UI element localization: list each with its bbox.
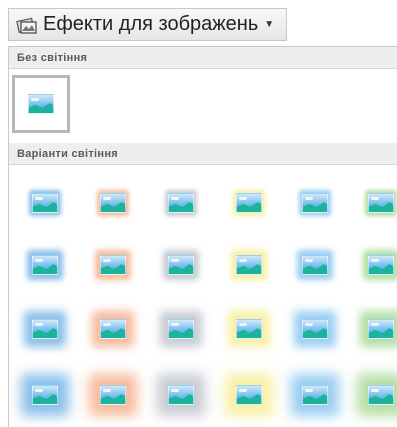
glow-option-large-3[interactable] xyxy=(159,307,203,351)
picture-thumbnail-icon xyxy=(302,319,328,339)
picture-thumbnail-icon xyxy=(100,385,126,405)
glow-option-large-5[interactable] xyxy=(293,307,337,351)
glow-option-small-1[interactable] xyxy=(23,181,67,225)
picture-thumbnail-icon xyxy=(168,255,194,275)
picture-thumbnail-icon xyxy=(368,255,394,275)
glow-option-medium-4[interactable] xyxy=(227,243,271,287)
glow-option-extra-large-6[interactable] xyxy=(359,373,397,417)
section-header-no-glow: Без світіння xyxy=(9,47,397,69)
picture-thumbnail-icon xyxy=(28,94,54,114)
glow-option-extra-large-3[interactable] xyxy=(159,373,203,417)
glow-option-small-5[interactable] xyxy=(293,181,337,225)
picture-thumbnail-icon xyxy=(368,319,394,339)
picture-thumbnail-icon xyxy=(236,193,262,213)
picture-thumbnail-icon xyxy=(100,193,126,213)
picture-thumbnail-icon xyxy=(168,385,194,405)
picture-thumbnail-icon xyxy=(236,385,262,405)
picture-thumbnail-icon xyxy=(168,193,194,213)
picture-thumbnail-icon xyxy=(32,319,58,339)
glow-option-small-6[interactable] xyxy=(359,181,397,225)
glow-option-extra-large-2[interactable] xyxy=(91,373,135,417)
glow-option-large-1[interactable] xyxy=(23,307,67,351)
glow-option-medium-5[interactable] xyxy=(293,243,337,287)
glow-option-medium-1[interactable] xyxy=(23,243,67,287)
picture-thumbnail-icon xyxy=(32,193,58,213)
glow-option-small-3[interactable] xyxy=(159,181,203,225)
picture-thumbnail-icon xyxy=(368,385,394,405)
picture-thumbnail-icon xyxy=(32,385,58,405)
picture-thumbnail-icon xyxy=(302,385,328,405)
picture-thumbnail-icon xyxy=(100,255,126,275)
glow-option-extra-large-4[interactable] xyxy=(227,373,271,417)
chevron-down-icon: ▼ xyxy=(264,19,275,30)
glow-option-large-4[interactable] xyxy=(227,307,271,351)
picture-effects-icon xyxy=(16,17,37,34)
glow-option-none[interactable] xyxy=(12,75,70,133)
glow-option-large-6[interactable] xyxy=(359,307,397,351)
dropdown-label: Ефекти для зображень xyxy=(43,13,259,35)
picture-thumbnail-icon xyxy=(32,255,58,275)
picture-thumbnail-icon xyxy=(168,319,194,339)
picture-thumbnail-icon xyxy=(368,193,394,213)
section-header-glow-variants: Варіанти світіння xyxy=(9,143,397,165)
glow-option-medium-3[interactable] xyxy=(159,243,203,287)
glow-option-medium-6[interactable] xyxy=(359,243,397,287)
picture-thumbnail-icon xyxy=(236,255,262,275)
picture-thumbnail-icon xyxy=(100,319,126,339)
glow-option-small-2[interactable] xyxy=(91,181,135,225)
glow-option-large-2[interactable] xyxy=(91,307,135,351)
picture-thumbnail-icon xyxy=(302,193,328,213)
glow-option-extra-large-5[interactable] xyxy=(293,373,337,417)
glow-option-small-4[interactable] xyxy=(227,181,271,225)
glow-gallery: Без світіння Варіанти світіння xyxy=(8,46,397,427)
picture-thumbnail-icon xyxy=(302,255,328,275)
picture-effects-dropdown[interactable]: Ефекти для зображень ▼ xyxy=(8,8,287,41)
picture-thumbnail-icon xyxy=(236,319,262,339)
glow-option-medium-2[interactable] xyxy=(91,243,135,287)
glow-option-extra-large-1[interactable] xyxy=(23,373,67,417)
